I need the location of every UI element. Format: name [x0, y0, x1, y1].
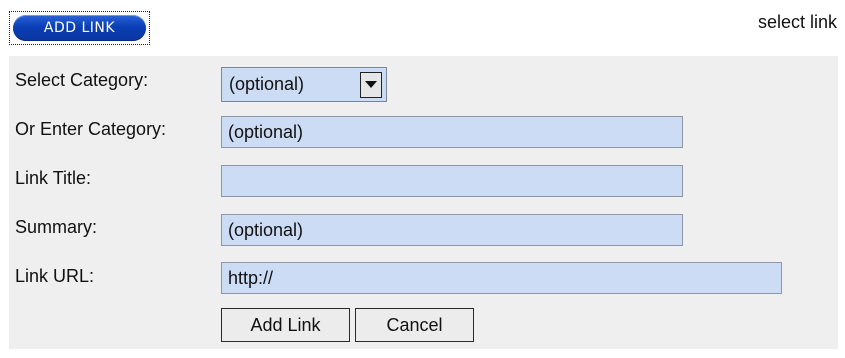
enter-category-label: Or Enter Category: — [15, 119, 167, 139]
add-link-page: ADD LINK select link Select Category: (o… — [0, 0, 845, 358]
link-url-input[interactable]: http:// — [221, 262, 782, 294]
category-select[interactable]: (optional) — [221, 67, 387, 102]
add-link-header-button-label[interactable]: ADD LINK — [13, 15, 146, 41]
cancel-button[interactable]: Cancel — [355, 308, 474, 342]
link-title-label: Link Title: — [15, 168, 92, 188]
add-link-header-button[interactable]: ADD LINK — [9, 11, 150, 45]
add-link-form: Select Category: (optional) Or Enter Cat… — [9, 56, 838, 349]
link-url-label: Link URL: — [15, 266, 95, 286]
category-select-value: (optional) — [229, 74, 305, 94]
add-link-submit-button[interactable]: Add Link — [221, 308, 350, 342]
link-title-input[interactable] — [221, 165, 683, 197]
summary-label: Summary: — [15, 217, 98, 237]
enter-category-input[interactable]: (optional) — [221, 116, 683, 148]
select-link-link[interactable]: select link — [758, 12, 837, 33]
category-select-label: Select Category: — [15, 70, 149, 90]
chevron-down-icon[interactable] — [360, 71, 382, 98]
summary-input[interactable]: (optional) — [221, 214, 683, 246]
